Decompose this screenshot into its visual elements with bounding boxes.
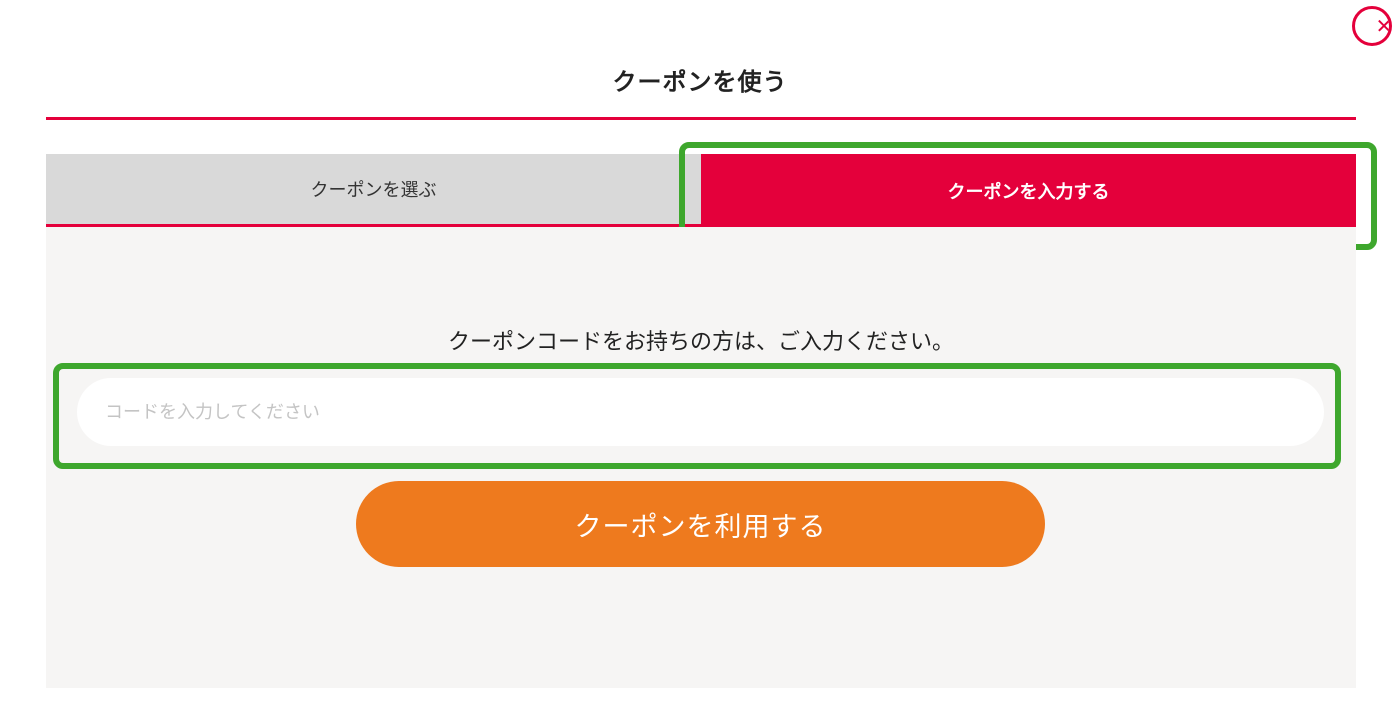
tab-select-coupon[interactable]: クーポンを選ぶ (46, 154, 701, 227)
title-divider (46, 117, 1356, 120)
tab-enter-coupon[interactable]: クーポンを入力する (701, 154, 1356, 227)
tab-bar: クーポンを選ぶ クーポンを入力する (46, 154, 1356, 227)
coupon-code-input[interactable] (77, 378, 1324, 446)
use-coupon-button[interactable]: クーポンを利用する (356, 481, 1045, 567)
coupon-description: クーポンコードをお持ちの方は、ご入力ください。 (447, 330, 954, 355)
coupon-panel (46, 227, 1356, 688)
close-icon: ✕ (1375, 14, 1392, 38)
dialog-title: クーポンを使う (612, 68, 788, 96)
close-button[interactable]: ✕ (1352, 6, 1392, 46)
